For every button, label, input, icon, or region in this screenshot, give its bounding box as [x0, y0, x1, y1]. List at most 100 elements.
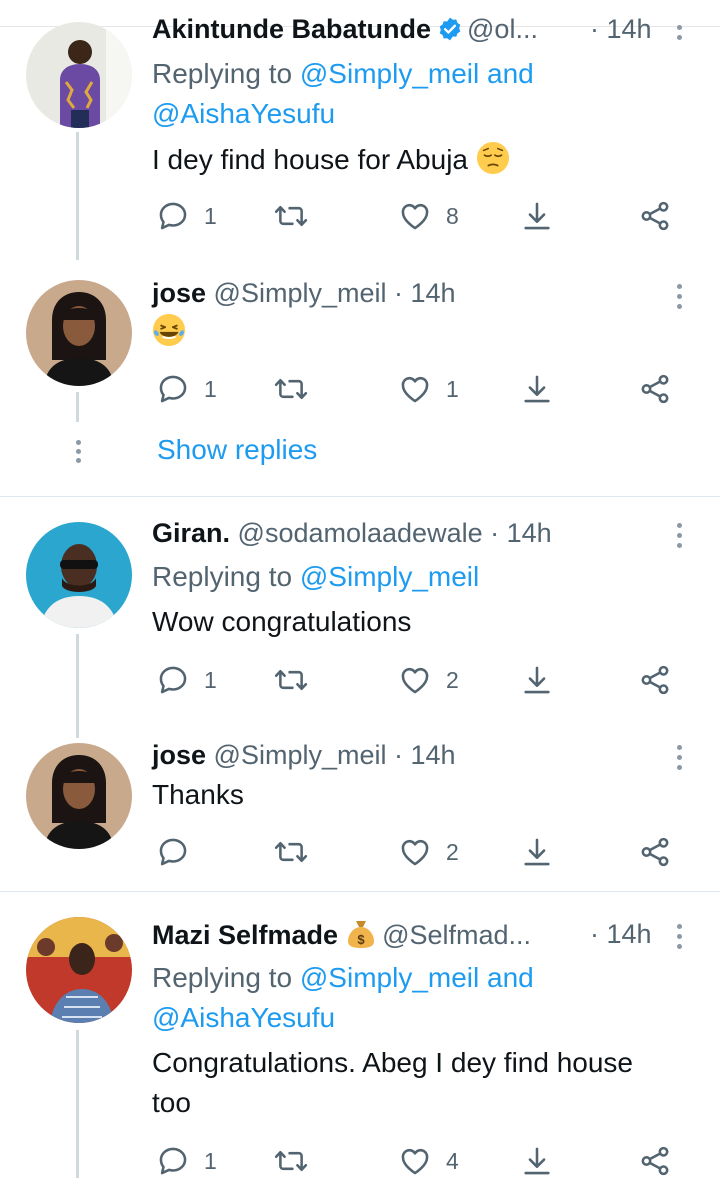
- reply-icon: [156, 199, 190, 233]
- download-icon: [520, 1144, 554, 1178]
- download-button[interactable]: [520, 1141, 554, 1181]
- share-icon: [638, 372, 672, 406]
- tweet-actions: 1 2: [150, 660, 690, 700]
- mention-link[interactable]: @Simply_meil: [300, 561, 479, 592]
- more-icon[interactable]: [668, 921, 690, 951]
- reply-icon: [156, 1144, 190, 1178]
- like-icon: [398, 199, 432, 233]
- reply-button[interactable]: 1: [156, 196, 217, 236]
- tweet-text: Thanks: [152, 779, 244, 810]
- display-name[interactable]: jose: [152, 740, 206, 770]
- like-button[interactable]: 1: [398, 369, 459, 409]
- reply-count: 1: [204, 1147, 217, 1174]
- like-count: 4: [446, 1147, 459, 1174]
- tweet-header: jose @Simply_meil · 14h: [152, 276, 456, 310]
- share-button[interactable]: [638, 832, 672, 872]
- thread-line: [76, 634, 79, 738]
- download-icon: [520, 835, 554, 869]
- like-button[interactable]: 8: [398, 196, 459, 236]
- timestamp[interactable]: · 14h: [590, 917, 652, 951]
- display-name[interactable]: Mazi Selfmade: [152, 920, 338, 950]
- display-name[interactable]: jose: [152, 278, 206, 308]
- replying-and: and: [479, 962, 534, 993]
- retweet-icon: [274, 372, 308, 406]
- avatar[interactable]: [26, 522, 132, 628]
- like-button[interactable]: 2: [398, 660, 459, 700]
- thread-line: [76, 132, 79, 260]
- more-icon[interactable]: [668, 22, 690, 52]
- tweet-text-line2: too: [152, 1087, 191, 1118]
- replying-to: Replying to @Simply_meil and: [152, 958, 534, 998]
- tweet-text: [152, 312, 692, 352]
- share-button[interactable]: [638, 369, 672, 409]
- like-icon: [398, 663, 432, 697]
- tears-of-joy-face-icon: [152, 313, 186, 347]
- download-button[interactable]: [520, 660, 554, 700]
- share-icon: [638, 835, 672, 869]
- reply-count: 1: [204, 666, 217, 693]
- share-button[interactable]: [638, 196, 672, 236]
- more-icon[interactable]: [668, 281, 690, 311]
- retweet-icon: [274, 1144, 308, 1178]
- replying-to: Replying to @Simply_meil: [152, 557, 479, 597]
- handle[interactable]: @Simply_meil · 14h: [214, 740, 456, 770]
- replying-prefix: Replying to: [152, 962, 300, 993]
- download-icon: [520, 199, 554, 233]
- replying-and: and: [479, 58, 534, 89]
- share-button[interactable]: [638, 660, 672, 700]
- handle[interactable]: @Simply_meil · 14h: [214, 278, 456, 308]
- mention-link[interactable]: @Simply_meil: [300, 962, 479, 993]
- share-button[interactable]: [638, 1141, 672, 1181]
- download-icon: [520, 663, 554, 697]
- like-count: 2: [446, 666, 459, 693]
- like-count: 2: [446, 838, 459, 865]
- timestamp[interactable]: · 14h: [590, 12, 652, 46]
- replying-to: Replying to @Simply_meil and: [152, 54, 534, 94]
- reply-button[interactable]: 1: [156, 1141, 217, 1181]
- download-button[interactable]: [520, 369, 554, 409]
- more-icon[interactable]: [668, 742, 690, 772]
- reply-count: 1: [204, 202, 217, 229]
- reply-button[interactable]: 1: [156, 660, 217, 700]
- money-bag-icon: $: [348, 921, 375, 948]
- avatar[interactable]: [26, 22, 132, 128]
- download-button[interactable]: [520, 832, 554, 872]
- replying-prefix: Replying to: [152, 58, 300, 89]
- like-button[interactable]: 2: [398, 832, 459, 872]
- retweet-icon: [274, 835, 308, 869]
- like-count: 8: [446, 202, 459, 229]
- show-replies-link[interactable]: Show replies: [157, 434, 317, 466]
- handle[interactable]: @Selfmad...: [382, 920, 531, 950]
- tweet-header: Akintunde Babatunde @ol...: [152, 12, 538, 46]
- download-icon: [520, 372, 554, 406]
- like-button[interactable]: 4: [398, 1141, 459, 1181]
- reply-button[interactable]: [156, 832, 190, 872]
- retweet-button[interactable]: [274, 832, 308, 872]
- tweet-header: Mazi Selfmade $ @Selfmad...: [152, 917, 531, 952]
- tweet-text-content: I dey find house for Abuja: [152, 144, 468, 175]
- more-icon[interactable]: [668, 520, 690, 550]
- handle[interactable]: @ol...: [467, 14, 538, 44]
- retweet-button[interactable]: [274, 369, 308, 409]
- retweet-button[interactable]: [274, 1141, 308, 1181]
- retweet-button[interactable]: [274, 196, 308, 236]
- download-button[interactable]: [520, 196, 554, 236]
- mention-link[interactable]: @AishaYesufu: [152, 98, 335, 129]
- like-icon: [398, 1144, 432, 1178]
- display-name[interactable]: Giran.: [152, 518, 230, 548]
- replying-to-line2: @AishaYesufu: [152, 998, 335, 1038]
- display-name[interactable]: Akintunde Babatunde: [152, 14, 431, 44]
- handle[interactable]: @sodamolaadewale · 14h: [238, 518, 552, 548]
- reply-button[interactable]: 1: [156, 369, 217, 409]
- reply-icon: [156, 372, 190, 406]
- reply-icon: [156, 663, 190, 697]
- thread-dots: [74, 440, 82, 467]
- avatar[interactable]: [26, 280, 132, 386]
- avatar[interactable]: [26, 917, 132, 1023]
- mention-link[interactable]: @AishaYesufu: [152, 1002, 335, 1033]
- mention-link[interactable]: @Simply_meil: [300, 58, 479, 89]
- avatar[interactable]: [26, 743, 132, 849]
- reply-icon: [156, 835, 190, 869]
- divider: [0, 891, 720, 892]
- retweet-button[interactable]: [274, 660, 308, 700]
